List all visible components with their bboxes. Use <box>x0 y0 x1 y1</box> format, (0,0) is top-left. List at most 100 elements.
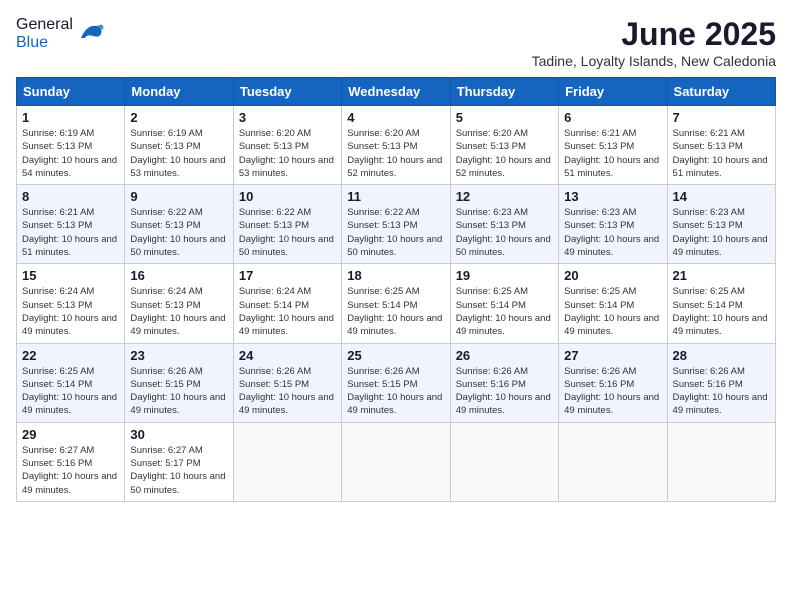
day-info: Sunrise: 6:20 AM Sunset: 5:13 PM Dayligh… <box>347 127 444 180</box>
table-row: 18 Sunrise: 6:25 AM Sunset: 5:14 PM Dayl… <box>342 264 450 343</box>
table-row: 27 Sunrise: 6:26 AM Sunset: 5:16 PM Dayl… <box>559 343 667 422</box>
day-number: 4 <box>347 110 444 125</box>
table-row: 1 Sunrise: 6:19 AM Sunset: 5:13 PM Dayli… <box>17 106 125 185</box>
table-row: 23 Sunrise: 6:26 AM Sunset: 5:15 PM Dayl… <box>125 343 233 422</box>
logo-general-text: General <box>16 16 73 33</box>
col-sunday: Sunday <box>17 78 125 106</box>
day-number: 30 <box>130 427 227 442</box>
day-info: Sunrise: 6:23 AM Sunset: 5:13 PM Dayligh… <box>564 206 661 259</box>
table-row: 19 Sunrise: 6:25 AM Sunset: 5:14 PM Dayl… <box>450 264 558 343</box>
day-number: 2 <box>130 110 227 125</box>
table-row <box>667 422 775 501</box>
calendar-header: Sunday Monday Tuesday Wednesday Thursday… <box>17 78 776 106</box>
day-number: 16 <box>130 268 227 283</box>
day-info: Sunrise: 6:19 AM Sunset: 5:13 PM Dayligh… <box>130 127 227 180</box>
logo-bird-icon <box>77 20 105 48</box>
day-number: 14 <box>673 189 770 204</box>
day-info: Sunrise: 6:26 AM Sunset: 5:15 PM Dayligh… <box>347 365 444 418</box>
table-row: 21 Sunrise: 6:25 AM Sunset: 5:14 PM Dayl… <box>667 264 775 343</box>
day-number: 26 <box>456 348 553 363</box>
day-info: Sunrise: 6:25 AM Sunset: 5:14 PM Dayligh… <box>564 285 661 338</box>
day-number: 3 <box>239 110 336 125</box>
day-info: Sunrise: 6:21 AM Sunset: 5:13 PM Dayligh… <box>22 206 119 259</box>
day-number: 5 <box>456 110 553 125</box>
day-info: Sunrise: 6:26 AM Sunset: 5:15 PM Dayligh… <box>130 365 227 418</box>
day-info: Sunrise: 6:19 AM Sunset: 5:13 PM Dayligh… <box>22 127 119 180</box>
calendar: Sunday Monday Tuesday Wednesday Thursday… <box>16 77 776 502</box>
logo-blue-text: Blue <box>16 34 48 51</box>
table-row: 26 Sunrise: 6:26 AM Sunset: 5:16 PM Dayl… <box>450 343 558 422</box>
calendar-week-5: 29 Sunrise: 6:27 AM Sunset: 5:16 PM Dayl… <box>17 422 776 501</box>
calendar-week-1: 1 Sunrise: 6:19 AM Sunset: 5:13 PM Dayli… <box>17 106 776 185</box>
table-row: 25 Sunrise: 6:26 AM Sunset: 5:15 PM Dayl… <box>342 343 450 422</box>
day-number: 12 <box>456 189 553 204</box>
day-info: Sunrise: 6:27 AM Sunset: 5:16 PM Dayligh… <box>22 444 119 497</box>
day-number: 19 <box>456 268 553 283</box>
day-number: 17 <box>239 268 336 283</box>
table-row: 24 Sunrise: 6:26 AM Sunset: 5:15 PM Dayl… <box>233 343 341 422</box>
day-number: 27 <box>564 348 661 363</box>
day-info: Sunrise: 6:20 AM Sunset: 5:13 PM Dayligh… <box>456 127 553 180</box>
day-number: 18 <box>347 268 444 283</box>
day-number: 13 <box>564 189 661 204</box>
table-row: 6 Sunrise: 6:21 AM Sunset: 5:13 PM Dayli… <box>559 106 667 185</box>
day-number: 15 <box>22 268 119 283</box>
day-info: Sunrise: 6:21 AM Sunset: 5:13 PM Dayligh… <box>673 127 770 180</box>
day-info: Sunrise: 6:22 AM Sunset: 5:13 PM Dayligh… <box>130 206 227 259</box>
table-row: 17 Sunrise: 6:24 AM Sunset: 5:14 PM Dayl… <box>233 264 341 343</box>
day-number: 24 <box>239 348 336 363</box>
table-row: 30 Sunrise: 6:27 AM Sunset: 5:17 PM Dayl… <box>125 422 233 501</box>
day-number: 22 <box>22 348 119 363</box>
day-number: 7 <box>673 110 770 125</box>
day-info: Sunrise: 6:26 AM Sunset: 5:16 PM Dayligh… <box>564 365 661 418</box>
table-row: 28 Sunrise: 6:26 AM Sunset: 5:16 PM Dayl… <box>667 343 775 422</box>
table-row: 13 Sunrise: 6:23 AM Sunset: 5:13 PM Dayl… <box>559 185 667 264</box>
table-row: 5 Sunrise: 6:20 AM Sunset: 5:13 PM Dayli… <box>450 106 558 185</box>
table-row: 10 Sunrise: 6:22 AM Sunset: 5:13 PM Dayl… <box>233 185 341 264</box>
day-info: Sunrise: 6:23 AM Sunset: 5:13 PM Dayligh… <box>673 206 770 259</box>
day-number: 23 <box>130 348 227 363</box>
calendar-week-2: 8 Sunrise: 6:21 AM Sunset: 5:13 PM Dayli… <box>17 185 776 264</box>
col-friday: Friday <box>559 78 667 106</box>
table-row: 20 Sunrise: 6:25 AM Sunset: 5:14 PM Dayl… <box>559 264 667 343</box>
table-row: 2 Sunrise: 6:19 AM Sunset: 5:13 PM Dayli… <box>125 106 233 185</box>
table-row: 8 Sunrise: 6:21 AM Sunset: 5:13 PM Dayli… <box>17 185 125 264</box>
calendar-week-4: 22 Sunrise: 6:25 AM Sunset: 5:14 PM Dayl… <box>17 343 776 422</box>
subtitle: Tadine, Loyalty Islands, New Caledonia <box>532 53 776 69</box>
header-row: Sunday Monday Tuesday Wednesday Thursday… <box>17 78 776 106</box>
day-number: 10 <box>239 189 336 204</box>
day-number: 21 <box>673 268 770 283</box>
month-title: June 2025 <box>532 16 776 53</box>
day-number: 29 <box>22 427 119 442</box>
day-number: 6 <box>564 110 661 125</box>
day-info: Sunrise: 6:20 AM Sunset: 5:13 PM Dayligh… <box>239 127 336 180</box>
table-row: 9 Sunrise: 6:22 AM Sunset: 5:13 PM Dayli… <box>125 185 233 264</box>
table-row <box>342 422 450 501</box>
logo: General Blue <box>16 16 105 52</box>
calendar-body: 1 Sunrise: 6:19 AM Sunset: 5:13 PM Dayli… <box>17 106 776 502</box>
day-number: 25 <box>347 348 444 363</box>
table-row: 4 Sunrise: 6:20 AM Sunset: 5:13 PM Dayli… <box>342 106 450 185</box>
day-info: Sunrise: 6:24 AM Sunset: 5:13 PM Dayligh… <box>22 285 119 338</box>
title-area: June 2025 Tadine, Loyalty Islands, New C… <box>532 16 776 69</box>
col-monday: Monday <box>125 78 233 106</box>
table-row <box>559 422 667 501</box>
table-row: 16 Sunrise: 6:24 AM Sunset: 5:13 PM Dayl… <box>125 264 233 343</box>
day-info: Sunrise: 6:27 AM Sunset: 5:17 PM Dayligh… <box>130 444 227 497</box>
day-info: Sunrise: 6:23 AM Sunset: 5:13 PM Dayligh… <box>456 206 553 259</box>
col-thursday: Thursday <box>450 78 558 106</box>
col-tuesday: Tuesday <box>233 78 341 106</box>
col-saturday: Saturday <box>667 78 775 106</box>
table-row: 15 Sunrise: 6:24 AM Sunset: 5:13 PM Dayl… <box>17 264 125 343</box>
day-info: Sunrise: 6:26 AM Sunset: 5:16 PM Dayligh… <box>456 365 553 418</box>
table-row: 14 Sunrise: 6:23 AM Sunset: 5:13 PM Dayl… <box>667 185 775 264</box>
table-row <box>450 422 558 501</box>
day-number: 8 <box>22 189 119 204</box>
day-number: 9 <box>130 189 227 204</box>
day-info: Sunrise: 6:25 AM Sunset: 5:14 PM Dayligh… <box>347 285 444 338</box>
table-row: 3 Sunrise: 6:20 AM Sunset: 5:13 PM Dayli… <box>233 106 341 185</box>
day-info: Sunrise: 6:22 AM Sunset: 5:13 PM Dayligh… <box>347 206 444 259</box>
day-info: Sunrise: 6:21 AM Sunset: 5:13 PM Dayligh… <box>564 127 661 180</box>
table-row: 29 Sunrise: 6:27 AM Sunset: 5:16 PM Dayl… <box>17 422 125 501</box>
table-row: 12 Sunrise: 6:23 AM Sunset: 5:13 PM Dayl… <box>450 185 558 264</box>
